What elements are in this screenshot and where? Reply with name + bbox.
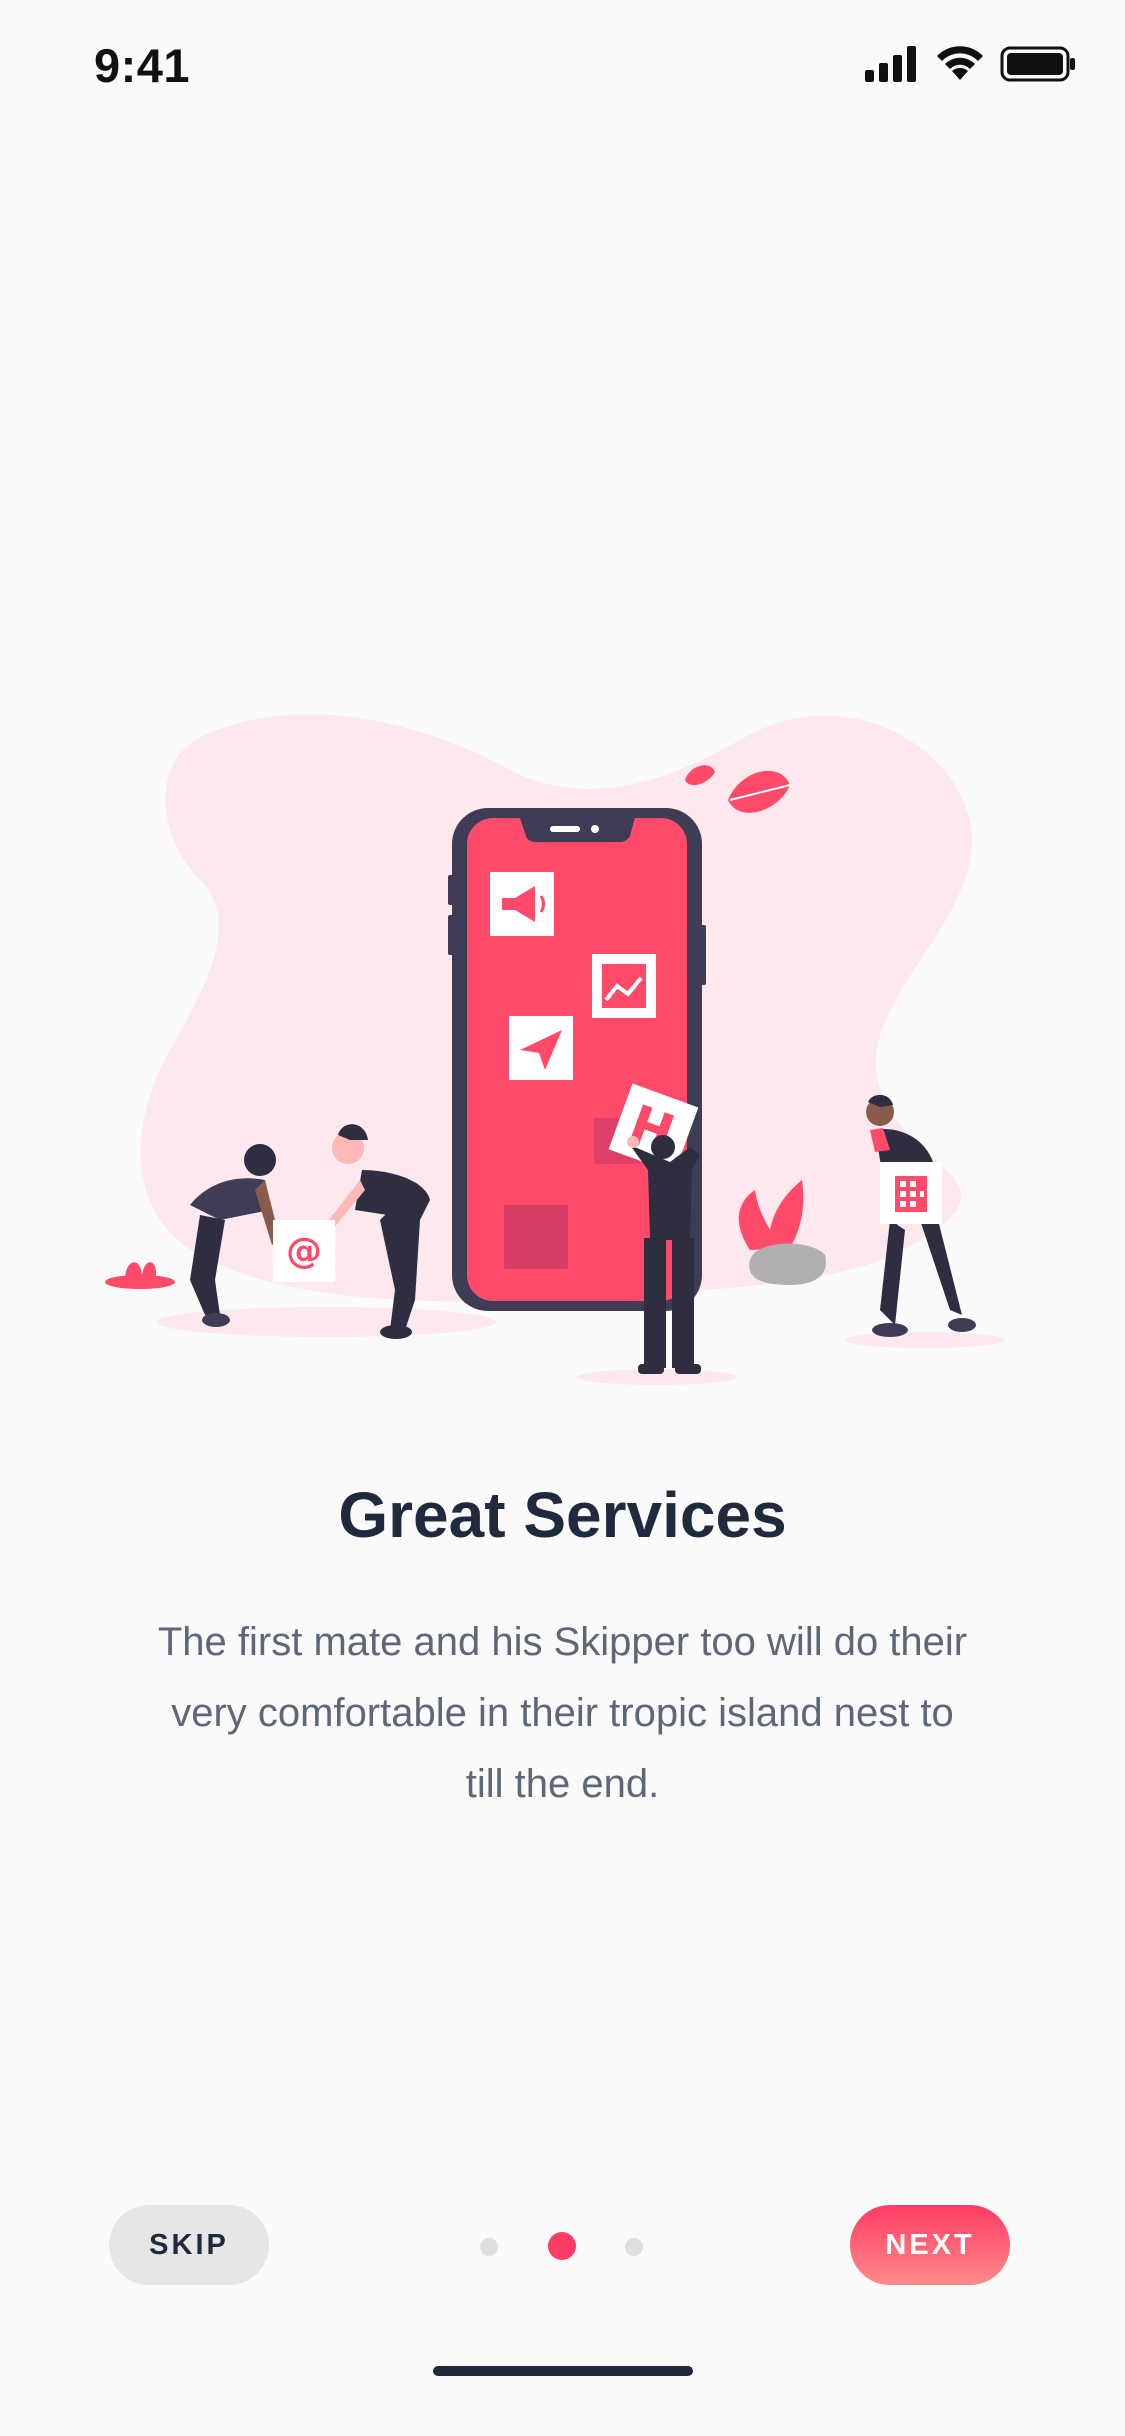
- person-figure-right: [866, 1094, 976, 1337]
- onboarding-description: The first mate and his Skipper too will …: [157, 1620, 968, 1806]
- page-dot-2-active[interactable]: [548, 2232, 576, 2260]
- page-dot-1[interactable]: [480, 2238, 498, 2256]
- page-indicator: [470, 2232, 655, 2260]
- chart-icon: [602, 964, 646, 1008]
- at-sign-icon: @: [286, 1231, 322, 1272]
- wifi-icon: [937, 46, 983, 80]
- status-time: 9:41: [94, 39, 191, 92]
- next-button[interactable]: NEXT: [850, 2205, 1010, 2285]
- onboarding-title: Great Services: [338, 1479, 787, 1551]
- status-icons: [865, 44, 1085, 92]
- status-bar: 9:41: [0, 0, 1125, 132]
- page-dot-3[interactable]: [625, 2238, 643, 2256]
- onboarding-illustration: @: [90, 700, 1035, 1400]
- home-indicator[interactable]: [433, 2366, 693, 2376]
- plant-icon: [105, 1262, 175, 1289]
- battery-icon: [1000, 46, 1075, 82]
- building-icon: [895, 1176, 927, 1212]
- cellular-signal-icon: [865, 46, 916, 82]
- skip-button[interactable]: SKIP: [109, 2205, 269, 2285]
- team-building-app-illustration: @: [105, 714, 1005, 1385]
